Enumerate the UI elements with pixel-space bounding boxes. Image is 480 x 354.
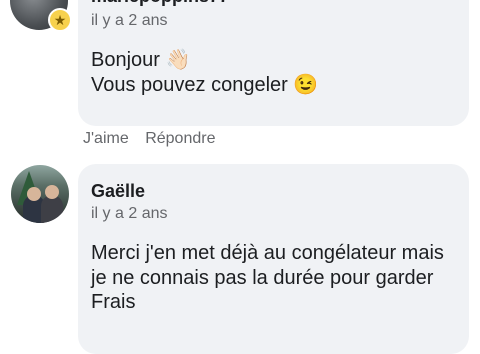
comment-actions: J'aime Répondre — [83, 130, 227, 148]
like-link[interactable]: J'aime — [83, 130, 129, 147]
comment-line: je ne connais pas la durée pour garder — [91, 266, 434, 289]
comment-timestamp: il y a 2 ans — [91, 12, 168, 29]
comment-line: Frais — [91, 291, 136, 313]
reply-link[interactable]: Répondre — [145, 130, 215, 147]
comment-line: Vous pouvez congeler 😉 — [91, 73, 319, 96]
comment-text: Bonjour 👋🏻 Vous pouvez congeler 😉 — [91, 48, 461, 97]
comment-line: Bonjour 👋🏻 — [91, 49, 191, 71]
avatar[interactable] — [11, 165, 69, 223]
comment-author[interactable]: mariepoppins77 — [91, 0, 229, 7]
comment-timestamp: il y a 2 ans — [91, 205, 168, 222]
comment-text: Merci j'en met déjà au congélateur mais … — [91, 241, 461, 315]
star-badge-icon: ★ — [48, 8, 72, 32]
comment-line: Merci j'en met déjà au congélateur mais — [91, 242, 444, 264]
comment-author[interactable]: Gaëlle — [91, 181, 145, 202]
